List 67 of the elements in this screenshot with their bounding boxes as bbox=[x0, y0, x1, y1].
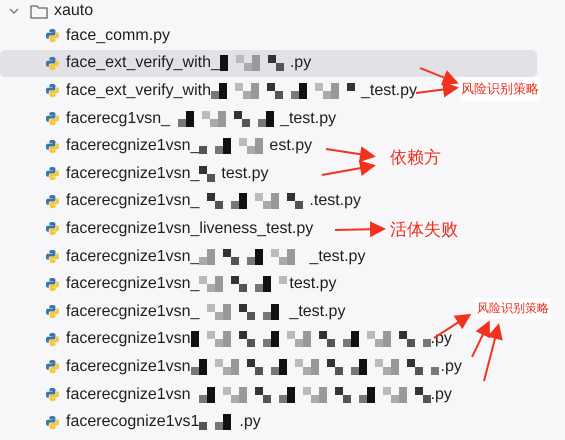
folder-name[interactable]: xauto bbox=[54, 2, 94, 20]
file-row[interactable]: facerecgnize1vsn_ est.py bbox=[0, 132, 316, 160]
file-extension: test.py bbox=[221, 164, 269, 183]
arrow bbox=[334, 221, 386, 238]
file-extension: est.py bbox=[269, 137, 312, 156]
folder-icon bbox=[30, 4, 48, 18]
file-row[interactable]: face_comm.py bbox=[0, 22, 174, 50]
file-row[interactable]: face_ext_verify_with_ .py bbox=[0, 50, 537, 78]
file-name: facerecgnize1vsn_ bbox=[66, 164, 200, 183]
file-extension: .py bbox=[290, 54, 312, 72]
python-icon bbox=[45, 194, 60, 209]
file-row[interactable]: facerecgnize1vsn_ test.py bbox=[0, 160, 273, 188]
file-extension: .py bbox=[440, 358, 462, 376]
file-name: facerecgnize1vsn_ bbox=[66, 248, 200, 266]
file-extension: _test.py bbox=[289, 302, 346, 321]
python-icon bbox=[45, 332, 60, 347]
python-icon bbox=[45, 221, 60, 236]
python-icon bbox=[45, 359, 60, 374]
file-name: facerecgnize1vsn bbox=[66, 330, 191, 348]
file-name: face_ext_verify_with_ bbox=[66, 54, 220, 72]
file-name: facerecgnize1vsn_ bbox=[66, 137, 200, 156]
annotation-label: 风险识别策略 bbox=[475, 298, 551, 319]
arrow bbox=[420, 67, 459, 85]
file-row[interactable]: facerecgnize1vsn_ test.py bbox=[0, 270, 341, 298]
file-row[interactable]: facerecgnize1vsn_liveness_test.py bbox=[0, 215, 318, 243]
file-name: facerecgnize1vsn_ bbox=[66, 192, 200, 210]
file-extension: _test.py bbox=[360, 82, 417, 100]
file-row[interactable]: facerecgnize1vsn_ .test.py bbox=[0, 188, 365, 216]
python-icon bbox=[45, 111, 60, 126]
file-name: facerecgnize1vsn bbox=[66, 386, 191, 404]
file-extension: _test.py bbox=[309, 248, 366, 266]
python-icon bbox=[45, 83, 60, 98]
file-extension: .test.py bbox=[309, 192, 361, 210]
file-name: facerecgnize1vsn_ bbox=[66, 302, 200, 321]
file-row[interactable]: facerecgnize1vsn_ _test.py bbox=[0, 298, 350, 326]
file-row[interactable]: facerecgnize1vsn_ _test.py bbox=[0, 242, 370, 270]
file-name: face_ext_verify_with bbox=[66, 82, 211, 100]
file-extension: .py bbox=[430, 386, 452, 404]
python-icon bbox=[45, 414, 60, 430]
annotation-label: 依赖方 bbox=[390, 147, 441, 169]
python-icon bbox=[45, 276, 60, 292]
file-name: facerecognize1vs1 bbox=[66, 413, 200, 432]
file-name: facerecgnize1vsn_ bbox=[66, 275, 200, 294]
file-extension: .py bbox=[239, 413, 261, 432]
file-extension: _test.py bbox=[280, 110, 336, 128]
arrow bbox=[416, 82, 459, 98]
file-name: facerecgnize1vsn bbox=[66, 358, 191, 376]
file-row[interactable]: facerecgnize1vsn .py bbox=[0, 353, 466, 381]
python-icon bbox=[45, 28, 60, 44]
annotation-label: 活体失败 bbox=[390, 219, 458, 241]
file-extension: test.py bbox=[289, 275, 337, 294]
python-icon bbox=[45, 249, 60, 264]
python-icon bbox=[45, 387, 60, 402]
python-icon bbox=[45, 166, 60, 182]
file-row[interactable]: facerecognize1vs1 .py bbox=[0, 408, 265, 436]
file-row[interactable]: face_ext_verify_with _test.py bbox=[0, 77, 421, 105]
arrow bbox=[326, 146, 376, 162]
arrow bbox=[322, 160, 376, 176]
python-icon bbox=[45, 138, 60, 154]
python-icon bbox=[45, 56, 60, 71]
file-name: face_comm.py bbox=[66, 26, 170, 45]
file-row[interactable]: facerecg1vsn_ _test.py bbox=[0, 104, 340, 132]
file-name: facerecg1vsn_ bbox=[66, 110, 170, 128]
annotation-label: 风险识别策略 bbox=[459, 77, 541, 101]
file-name: facerecgnize1vsn_liveness_test.py bbox=[66, 220, 314, 238]
file-row[interactable]: facerecgnize1vsn .py bbox=[0, 380, 456, 408]
python-icon bbox=[45, 304, 60, 320]
